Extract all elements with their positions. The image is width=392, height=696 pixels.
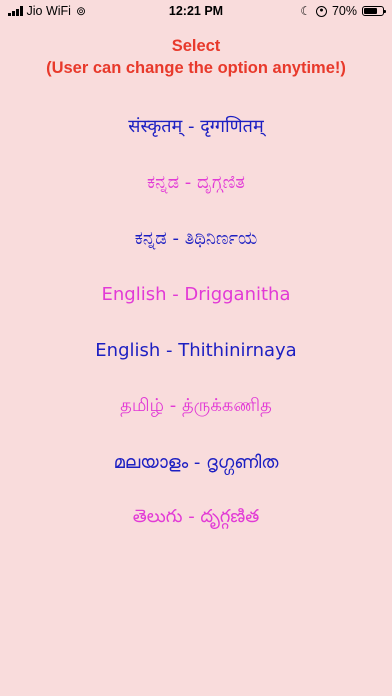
moon-icon: ☾ [300,4,311,18]
header-subtitle: (User can change the option anytime!) [46,59,346,77]
option-english-thithinirnaya[interactable]: English - Thithinirnaya [0,322,392,378]
battery-icon [362,6,386,16]
option-tamil-drigganita[interactable]: தமிழ் - த்ருக்கணித [0,378,392,434]
option-telugu-drigganita[interactable]: తెలుగు - దృగ్గణిత [0,490,392,546]
option-sanskrit-drigganita[interactable]: संस्कृतम् - दृग्गणितम् [0,98,392,154]
header: Select (User can change the option anyti… [0,35,392,79]
battery-percent: 70% [331,4,357,18]
option-list: संस्कृतम् - दृग्गणितम् ಕನ್ನಡ - ದೃಗ್ಗಣಿತ … [0,98,392,546]
option-kannada-thithinirnaya[interactable]: ಕನ್ನಡ - ತಿಥಿನಿರ್ಣಯ [0,210,392,266]
option-kannada-drigganita[interactable]: ಕನ್ನಡ - ದೃಗ್ಗಣಿತ [0,154,392,210]
option-malayalam-drigganita[interactable]: മലയാളം - ദൃഗ്ഗണിത [0,434,392,490]
rotation-lock-icon: ● [315,5,327,17]
header-title: Select [171,37,221,55]
battery-fill [364,8,377,14]
option-english-drigganitha[interactable]: English - Drigganitha [0,266,392,322]
status-right: ☾ ● 70% [300,4,386,18]
status-bar: Jio WiFi ⊚ 12:21 PM ☾ ● 70% [0,0,392,22]
